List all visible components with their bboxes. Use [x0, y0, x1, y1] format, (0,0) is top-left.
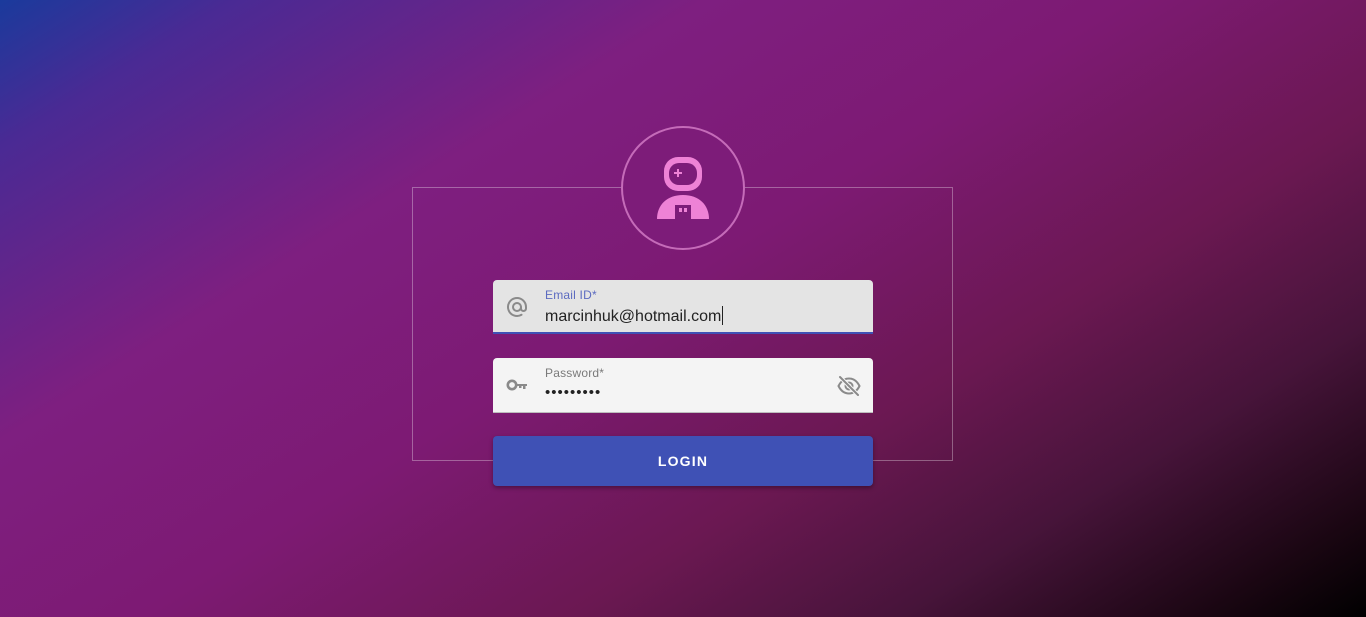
at-sign-icon [507, 297, 527, 317]
login-button[interactable]: LOGIN [493, 436, 873, 486]
password-input[interactable]: ••••••••• [545, 384, 601, 401]
eye-off-icon[interactable] [837, 374, 861, 398]
email-input[interactable]: marcinhuk@hotmail.com [545, 306, 724, 326]
astronaut-icon [657, 157, 709, 219]
avatar [621, 126, 745, 250]
password-label: Password* [545, 366, 605, 380]
email-value: marcinhuk@hotmail.com [545, 308, 722, 325]
password-field[interactable]: Password* ••••••••• [493, 358, 873, 413]
email-label: Email ID* [545, 288, 597, 302]
text-caret [722, 306, 724, 325]
key-icon [506, 379, 527, 391]
email-field[interactable]: Email ID* marcinhuk@hotmail.com [493, 280, 873, 334]
